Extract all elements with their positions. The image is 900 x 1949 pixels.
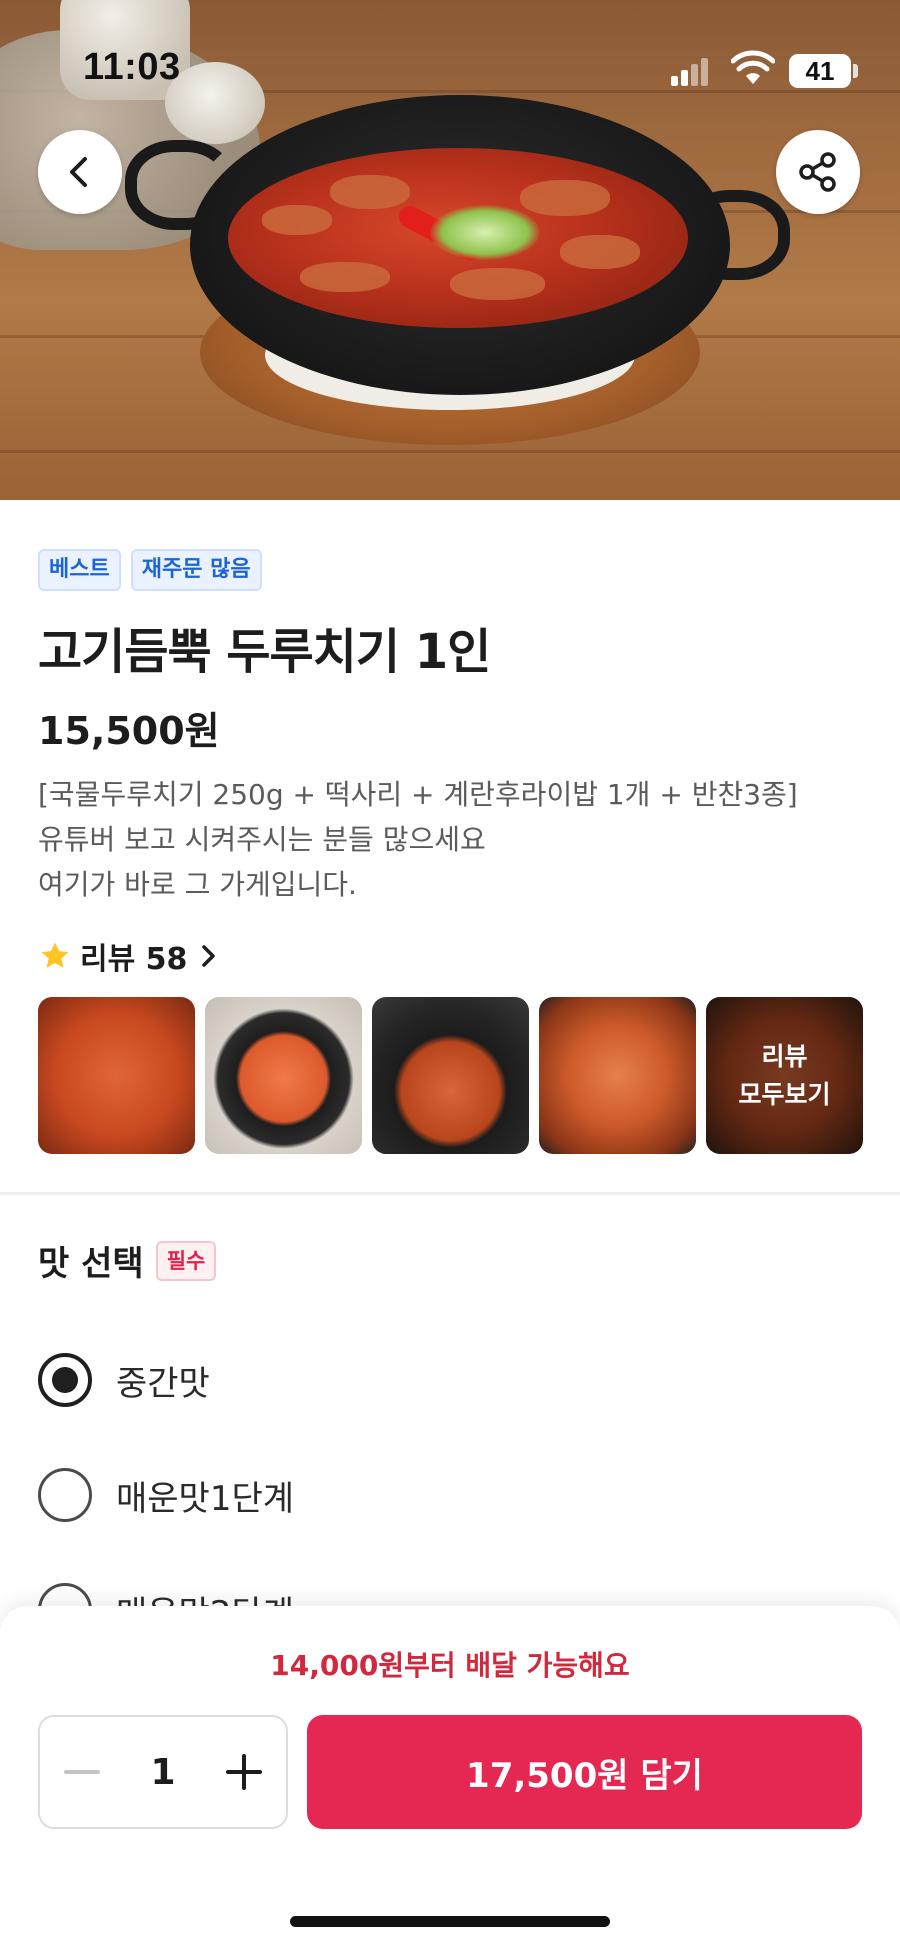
description-line: 유튜버 보고 시켜주시는 분들 많으세요 xyxy=(38,823,486,856)
description-line: [국물두루치기 250g + 떡사리 + 계란후라이밥 1개 + 반찬3종] xyxy=(38,778,798,811)
section-divider xyxy=(0,1192,900,1195)
review-photo[interactable] xyxy=(38,997,195,1154)
review-photo[interactable] xyxy=(205,997,362,1154)
battery-tip xyxy=(853,64,858,78)
product-price: 15,500원 xyxy=(38,709,220,753)
quantity-stepper: 1 xyxy=(38,1715,288,1829)
reviews-count-label: 리뷰 58 xyxy=(80,942,188,977)
decrease-quantity-button[interactable] xyxy=(62,1752,102,1792)
see-all-reviews-label: 리뷰 모두보기 xyxy=(738,1041,831,1109)
battery-indicator: 41 xyxy=(789,54,851,88)
review-photo[interactable] xyxy=(539,997,696,1154)
required-badge: 필수 xyxy=(155,1240,217,1281)
description-line: 여기가 바로 그 가게입니다. xyxy=(38,868,357,901)
reorder-badge: 재주문 많음 xyxy=(130,549,262,591)
wifi-icon xyxy=(731,50,775,84)
quantity-value: 1 xyxy=(150,1751,176,1793)
radio-icon[interactable] xyxy=(38,1468,92,1522)
increase-quantity-button[interactable] xyxy=(224,1752,264,1792)
add-to-cart-button[interactable]: 17,500원 담기 xyxy=(307,1715,862,1829)
option-group-title: 맛 선택 xyxy=(38,1244,144,1284)
product-title: 고기듬뿍 두루치기 1인 xyxy=(38,624,491,680)
taste-option-header: 맛 선택 필수 xyxy=(38,1236,217,1285)
product-badges: 베스트 재주문 많음 xyxy=(38,549,262,591)
review-photo-strip: 리뷰 모두보기 xyxy=(38,997,863,1154)
share-icon xyxy=(799,152,836,192)
see-all-reviews-button[interactable]: 리뷰 모두보기 xyxy=(706,997,863,1154)
back-button[interactable] xyxy=(38,130,122,214)
reviews-link[interactable]: 리뷰 58 xyxy=(38,934,221,978)
status-time: 11:03 xyxy=(83,46,181,88)
chevron-left-icon xyxy=(70,157,87,187)
option-label: 매운맛1단계 xyxy=(116,1478,295,1519)
chevron-right-icon xyxy=(202,945,216,967)
cellular-signal-icon xyxy=(671,58,711,86)
option-spicy-1[interactable]: 매운맛1단계 xyxy=(38,1468,294,1522)
minus-icon xyxy=(64,1770,100,1774)
star-icon xyxy=(41,942,69,968)
share-button[interactable] xyxy=(776,130,860,214)
minimum-order-notice: 14,000원부터 배달 가능해요 xyxy=(270,1649,630,1682)
home-indicator xyxy=(290,1916,610,1927)
option-medium[interactable]: 중간맛 xyxy=(38,1353,210,1407)
review-photo[interactable] xyxy=(372,997,529,1154)
product-description: [국물두루치기 250g + 떡사리 + 계란후라이밥 1개 + 반찬3종] 유… xyxy=(38,772,868,907)
option-label: 중간맛 xyxy=(116,1363,210,1404)
best-badge: 베스트 xyxy=(38,549,121,591)
radio-selected-icon[interactable] xyxy=(38,1353,92,1407)
